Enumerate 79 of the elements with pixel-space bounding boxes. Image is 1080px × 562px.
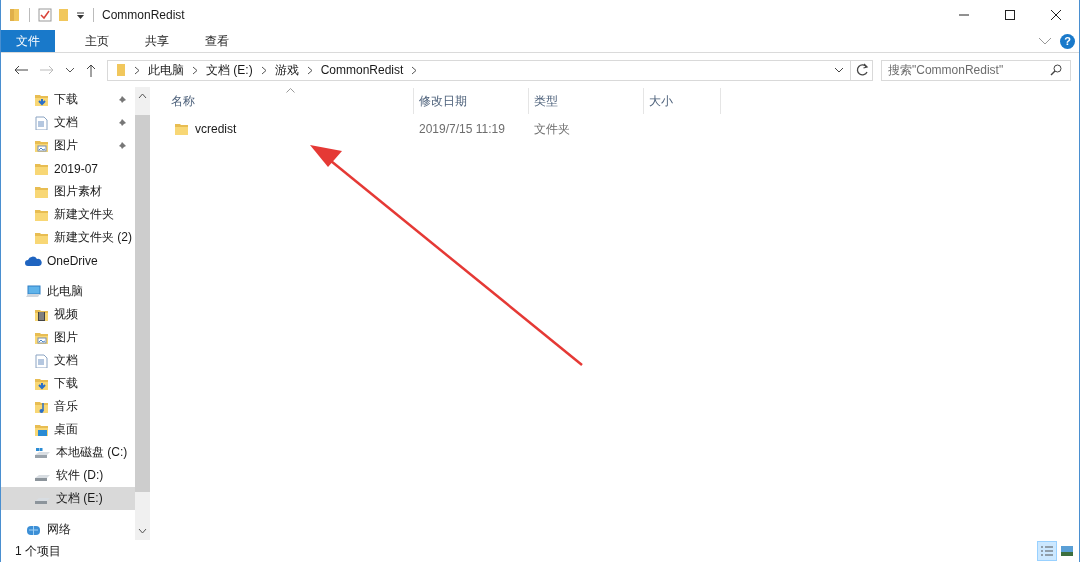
nav-item[interactable]: 图片 xyxy=(1,326,135,349)
computer-icon xyxy=(25,284,42,299)
details-view-icon xyxy=(1040,545,1054,557)
close-icon xyxy=(1050,9,1062,21)
nav-item[interactable]: 本地磁盘 (C:) xyxy=(1,441,135,464)
chevron-up-icon[interactable] xyxy=(138,93,147,99)
column-header[interactable]: 名称 xyxy=(166,88,414,114)
ribbon-tab[interactable]: 共享 xyxy=(131,30,183,52)
pictures-folder-icon xyxy=(34,330,49,345)
chevron-right-icon[interactable] xyxy=(192,65,198,75)
ribbon-tab[interactable]: 主页 xyxy=(71,30,123,52)
nav-item[interactable]: 网络 xyxy=(1,518,135,541)
breadcrumb[interactable]: 文档 (E:) xyxy=(206,61,253,79)
pictures-folder-icon xyxy=(34,138,49,153)
window-title: CommonRedist xyxy=(102,8,185,22)
column-header[interactable]: 修改日期 xyxy=(414,88,529,114)
search-field[interactable]: 搜索"CommonRedist" xyxy=(881,59,1071,81)
up-arrow-icon[interactable] xyxy=(85,63,97,77)
documents-icon xyxy=(34,353,49,368)
download-folder-icon xyxy=(34,376,49,391)
nav-item[interactable]: 桌面 xyxy=(1,418,135,441)
back-arrow-icon[interactable] xyxy=(13,64,29,76)
nav-item[interactable]: 此电脑 xyxy=(1,280,135,303)
nav-item[interactable]: 2019-07 xyxy=(1,157,135,180)
desktop-folder-icon xyxy=(34,422,49,437)
drive-icon xyxy=(34,446,51,459)
properties-icon[interactable] xyxy=(38,8,52,22)
nav-item[interactable]: OneDrive xyxy=(1,249,135,272)
refresh-icon xyxy=(854,63,869,77)
help-button[interactable]: ? xyxy=(1060,33,1075,49)
folder-icon xyxy=(34,161,49,176)
chevron-right-icon[interactable] xyxy=(306,65,313,75)
chevron-down-icon[interactable] xyxy=(65,66,75,74)
address-bar[interactable]: 此电脑 文档 (E:) 游戏 CommonRedist xyxy=(107,59,851,81)
chevron-right-icon[interactable] xyxy=(134,65,140,75)
search-icon xyxy=(1050,64,1062,76)
cloud-icon xyxy=(25,254,42,267)
nav-item[interactable]: 音乐 xyxy=(1,395,135,418)
ribbon-tab[interactable]: 文件 xyxy=(1,30,55,52)
table-cell-text: 文件夹 xyxy=(533,120,571,138)
breadcrumb[interactable]: 此电脑 xyxy=(148,61,184,79)
chevron-down-icon[interactable] xyxy=(138,528,147,534)
ribbon-tab[interactable]: 查看 xyxy=(191,30,243,52)
scrollbar-thumb[interactable] xyxy=(135,115,150,492)
large-icons-view-icon xyxy=(1060,545,1074,557)
folder-icon xyxy=(34,207,49,222)
chevron-down-icon[interactable] xyxy=(834,66,844,74)
nav-item[interactable]: 文档 (E:) xyxy=(1,487,135,510)
nav-item[interactable]: 文档 xyxy=(1,349,135,372)
breadcrumb[interactable]: CommonRedist xyxy=(320,63,404,77)
folder-icon xyxy=(9,8,21,22)
nav-item[interactable]: 图片 xyxy=(1,134,135,157)
nav-item[interactable]: 图片素材 xyxy=(1,180,135,203)
folder-icon xyxy=(174,122,189,136)
table-cell-text: 2019/7/15 11:19 xyxy=(418,122,506,136)
nav-item[interactable]: 新建文件夹 (2) xyxy=(1,226,135,249)
nav-item[interactable]: 下载 xyxy=(1,88,135,111)
refresh-button[interactable] xyxy=(851,59,873,81)
status-text: 1 个项目 xyxy=(15,542,61,560)
download-folder-icon xyxy=(34,92,49,107)
folder-icon xyxy=(116,63,126,77)
documents-icon xyxy=(34,115,49,130)
nav-item[interactable]: 新建文件夹 xyxy=(1,203,135,226)
scrollbar[interactable] xyxy=(135,87,150,540)
nav-item[interactable]: 下载 xyxy=(1,372,135,395)
videos-folder-icon xyxy=(34,307,49,322)
folder-icon xyxy=(34,184,49,199)
column-header[interactable]: 类型 xyxy=(529,88,644,114)
column-header[interactable]: 大小 xyxy=(644,88,721,114)
file-item[interactable]: vcredist xyxy=(166,122,414,136)
chevron-right-icon[interactable] xyxy=(260,65,267,75)
folder-icon xyxy=(34,230,49,245)
maximize-icon xyxy=(1004,9,1016,21)
nav-item[interactable]: 文档 xyxy=(1,111,135,134)
breadcrumb[interactable]: 游戏 xyxy=(274,61,299,79)
music-folder-icon xyxy=(34,399,49,414)
nav-item[interactable]: 软件 (D:) xyxy=(1,464,135,487)
chevron-right-icon[interactable] xyxy=(411,65,418,75)
nav-item[interactable]: 视频 xyxy=(1,303,135,326)
